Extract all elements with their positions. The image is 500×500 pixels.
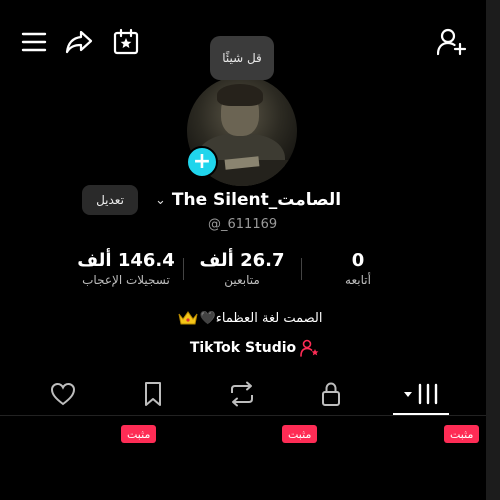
tiktok-studio-link[interactable]: TikTok Studio (180, 336, 330, 360)
pinned-badge: مثبت (282, 425, 318, 443)
note-bubble[interactable]: قل شيئًا (210, 36, 274, 80)
tab-favorites-bookmark-icon[interactable] (137, 378, 169, 410)
following-stat[interactable]: 0 أتابعه (298, 250, 418, 287)
likes-label: تسجيلات الإعجاب (82, 273, 170, 287)
followers-label: متابعين (224, 273, 260, 287)
avatar-figure-hair (217, 84, 263, 106)
calendar-icon[interactable] (112, 27, 140, 57)
right-edge-strip (486, 0, 500, 500)
bio: الصمت لغة العظماء🖤 (140, 306, 360, 330)
display-name-row[interactable]: ⌄ الصامت_The Silent (155, 186, 345, 214)
tab-private-lock-icon[interactable] (315, 378, 347, 410)
likes-count: 146.4 ألف (77, 250, 175, 271)
tab-liked-heart-icon[interactable] (47, 378, 79, 410)
pinned-badge: مثبت (444, 425, 480, 443)
followers-stat[interactable]: 26.7 ألف متابعين (182, 250, 302, 287)
tab-reposts-icon[interactable] (226, 378, 258, 410)
studio-user-star-icon (300, 339, 319, 357)
add-story-plus-icon[interactable]: + (186, 146, 218, 178)
following-label: أتابعه (345, 273, 371, 287)
crown-emoji-icon (178, 311, 198, 325)
tiktok-studio-label: TikTok Studio (189, 340, 297, 356)
following-count: 0 (351, 250, 365, 271)
username: @_611169 (208, 217, 278, 232)
bio-text: الصمت لغة العظماء🖤 (199, 310, 323, 326)
tab-videos-grid-icon[interactable] (394, 378, 450, 410)
chevron-down-icon[interactable]: ⌄ (155, 193, 166, 208)
add-user-icon[interactable] (436, 27, 468, 57)
share-icon[interactable] (64, 28, 94, 56)
tab-divider (0, 415, 486, 416)
edit-profile-button[interactable]: تعديل (82, 185, 138, 215)
followers-count: 26.7 ألف (199, 250, 285, 271)
likes-stat[interactable]: 146.4 ألف تسجيلات الإعجاب (66, 250, 186, 287)
menu-icon[interactable] (20, 28, 48, 56)
display-name: الصامت_The Silent (171, 190, 342, 210)
pinned-badge: مثبت (121, 425, 157, 443)
